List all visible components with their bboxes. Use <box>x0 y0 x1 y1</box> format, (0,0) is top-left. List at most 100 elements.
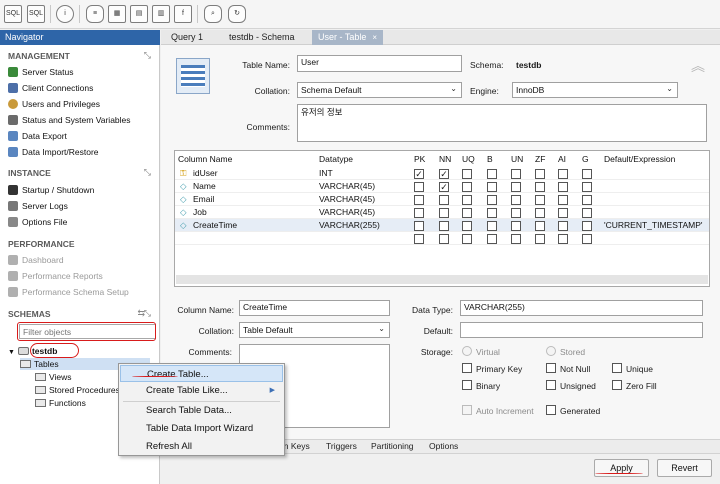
new-sql-icon[interactable]: SQL <box>4 5 22 23</box>
flag-checkbox[interactable] <box>558 208 568 218</box>
flag-checkbox[interactable] <box>462 169 472 179</box>
nav-client-connections[interactable]: Client Connections <box>8 82 93 95</box>
nav-options-file[interactable]: Options File <box>8 216 67 229</box>
flag-checkbox[interactable] <box>582 221 592 231</box>
data-type-field[interactable]: VARCHAR(255) <box>460 300 703 316</box>
tab-triggers[interactable]: Triggers <box>326 441 357 451</box>
flag-checkbox[interactable]: ✓ <box>439 169 449 179</box>
primary-key-checkbox[interactable] <box>462 363 472 373</box>
flag-checkbox[interactable] <box>439 195 449 205</box>
column-name-cell[interactable]: Name <box>193 180 216 193</box>
open-sql-icon[interactable]: SQL <box>27 5 45 23</box>
header-nn[interactable]: NN <box>439 154 451 164</box>
header-zf[interactable]: ZF <box>535 154 545 164</box>
tree-views[interactable]: Views <box>35 371 72 383</box>
tab-query-1[interactable]: Query 1 <box>165 30 209 45</box>
nav-startup-shutdown[interactable]: Startup / Shutdown <box>8 184 94 197</box>
flag-checkbox[interactable] <box>558 234 568 244</box>
flag-checkbox[interactable] <box>535 195 545 205</box>
column-name-field[interactable]: CreateTime <box>239 300 390 316</box>
auto-increment-checkbox[interactable] <box>462 405 472 415</box>
menu-refresh-all[interactable]: Refresh All <box>120 438 283 455</box>
generated-checkbox[interactable] <box>546 405 556 415</box>
unique-checkbox[interactable] <box>612 363 622 373</box>
engine-select[interactable]: InnoDB ⌄ <box>512 82 678 98</box>
tab-options[interactable]: Options <box>429 441 458 451</box>
flag-checkbox[interactable] <box>558 221 568 231</box>
nav-status-variables[interactable]: Status and System Variables <box>8 114 131 127</box>
flag-checkbox[interactable] <box>582 195 592 205</box>
reconnect-icon[interactable]: ↻ <box>228 5 246 23</box>
expand-arrow-icon[interactable]: ▼ <box>8 349 15 356</box>
flag-checkbox[interactable] <box>462 195 472 205</box>
flag-checkbox[interactable] <box>462 208 472 218</box>
flag-checkbox[interactable] <box>487 208 497 218</box>
unsigned-checkbox[interactable] <box>546 380 556 390</box>
collapse-up-icon[interactable]: ︽ <box>691 56 705 76</box>
nav-data-import[interactable]: Data Import/Restore <box>8 146 99 159</box>
flag-checkbox[interactable] <box>511 169 521 179</box>
flag-checkbox[interactable] <box>511 195 521 205</box>
flag-checkbox[interactable] <box>414 234 424 244</box>
table-row[interactable] <box>175 232 709 245</box>
stored-radio[interactable] <box>546 346 556 356</box>
not-null-checkbox[interactable] <box>546 363 556 373</box>
header-g[interactable]: G <box>582 154 589 164</box>
revert-button[interactable]: Revert <box>657 459 712 477</box>
menu-create-table[interactable]: Create Table... <box>120 365 283 382</box>
binary-checkbox[interactable] <box>462 380 472 390</box>
flag-checkbox[interactable] <box>439 221 449 231</box>
virtual-radio[interactable] <box>462 346 472 356</box>
flag-checkbox[interactable]: ✓ <box>414 169 424 179</box>
flag-checkbox[interactable] <box>511 208 521 218</box>
flag-checkbox[interactable] <box>558 169 568 179</box>
header-uq[interactable]: UQ <box>462 154 475 164</box>
tab-user-table[interactable]: User - Table × <box>312 30 384 45</box>
collation-select[interactable]: Schema Default ⌄ <box>297 82 462 98</box>
create-procedure-icon[interactable]: ▥ <box>152 5 170 23</box>
info-icon[interactable]: i <box>56 5 74 23</box>
collapse-icon[interactable]: ⤡ <box>144 167 151 178</box>
flag-checkbox[interactable] <box>487 234 497 244</box>
header-un[interactable]: UN <box>511 154 523 164</box>
datatype-cell[interactable]: INT <box>319 167 333 180</box>
header-column-name[interactable]: Column Name <box>178 154 232 164</box>
column-name-cell[interactable]: idUser <box>193 167 218 180</box>
table-row[interactable]: ◇ Job VARCHAR(45) <box>175 206 709 219</box>
header-b[interactable]: B <box>487 154 493 164</box>
table-row[interactable]: ◇ Email VARCHAR(45) <box>175 193 709 206</box>
flag-checkbox[interactable] <box>582 182 592 192</box>
default-field[interactable] <box>460 322 703 338</box>
datatype-cell[interactable]: VARCHAR(45) <box>319 180 375 193</box>
table-row[interactable]: ◇ Name VARCHAR(45) ✓ <box>175 180 709 193</box>
datatype-cell[interactable]: VARCHAR(45) <box>319 193 375 206</box>
create-function-icon[interactable]: f <box>174 5 192 23</box>
flag-checkbox[interactable] <box>511 234 521 244</box>
flag-checkbox[interactable] <box>439 234 449 244</box>
column-name-cell[interactable]: Email <box>193 193 214 206</box>
create-schema-icon[interactable]: ≡ <box>86 5 104 23</box>
tab-partitioning[interactable]: Partitioning <box>371 441 414 451</box>
zero-fill-checkbox[interactable] <box>612 380 622 390</box>
collapse-icon[interactable]: ⤡ <box>144 50 151 61</box>
close-icon[interactable]: × <box>372 33 377 42</box>
nav-data-export[interactable]: Data Export <box>8 130 67 143</box>
flag-checkbox[interactable] <box>487 221 497 231</box>
datatype-cell[interactable]: VARCHAR(255) <box>319 219 380 232</box>
column-collation-select[interactable]: Table Default ⌄ <box>239 322 390 338</box>
create-table-icon[interactable]: ▦ <box>108 5 126 23</box>
flag-checkbox[interactable] <box>439 208 449 218</box>
flag-checkbox[interactable] <box>462 221 472 231</box>
flag-checkbox[interactable] <box>414 221 424 231</box>
flag-checkbox[interactable] <box>558 182 568 192</box>
flag-checkbox[interactable] <box>487 169 497 179</box>
header-ai[interactable]: AI <box>558 154 566 164</box>
tree-functions[interactable]: Functions <box>35 397 86 409</box>
flag-checkbox[interactable] <box>414 195 424 205</box>
flag-checkbox[interactable] <box>462 182 472 192</box>
menu-search-table-data[interactable]: Search Table Data... <box>120 402 283 419</box>
tab-testdb-schema[interactable]: testdb - Schema <box>223 30 301 45</box>
header-pk[interactable]: PK <box>414 154 425 164</box>
flag-checkbox[interactable] <box>535 169 545 179</box>
flag-checkbox[interactable] <box>535 208 545 218</box>
